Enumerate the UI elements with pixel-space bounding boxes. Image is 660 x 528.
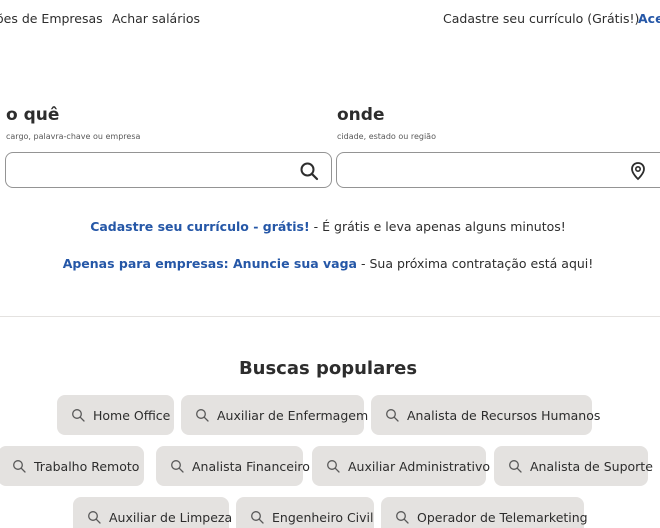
popular-search-chip[interactable]: Auxiliar de Limpeza: [73, 497, 233, 528]
what-label: o quê: [6, 105, 60, 125]
nav-salaries-link[interactable]: Achar salários: [112, 11, 200, 26]
where-label: onde: [337, 105, 385, 125]
where-search-input[interactable]: [337, 153, 660, 187]
chip-label: Engenheiro Civil: [272, 509, 374, 525]
popular-search-chip[interactable]: Trabalho Remoto: [0, 446, 144, 486]
employer-promo: Apenas para empresas: Anuncie sua vaga -…: [0, 256, 658, 271]
popular-search-chip[interactable]: Operador de Telemarketing: [381, 497, 588, 528]
top-nav: ões de Empresas Achar salários Cadastre …: [0, 0, 660, 36]
resume-promo: Cadastre seu currículo - grátis! - É grá…: [0, 219, 658, 234]
popular-search-chip[interactable]: Analista de Recursos Humanos: [371, 395, 600, 435]
search-icon: [196, 409, 209, 422]
post-job-link[interactable]: Apenas para empresas: Anuncie sua vaga: [63, 256, 357, 271]
resume-promo-text: - É grátis e leva apenas alguns minutos!: [309, 219, 566, 234]
location-pin-icon: [631, 162, 645, 181]
chip-label: Home Office: [93, 407, 171, 423]
search-icon: [386, 409, 399, 422]
chip-label: Auxiliar de Enfermagem: [217, 407, 369, 423]
search-icon: [396, 511, 409, 524]
search-icon: [327, 460, 340, 473]
section-divider: [0, 316, 660, 317]
chip-label: Analista de Recursos Humanos: [407, 407, 601, 423]
search-icon: [88, 511, 101, 524]
post-resume-link[interactable]: Cadastre seu currículo - grátis!: [90, 219, 310, 234]
nav-post-resume-link[interactable]: Cadastre seu currículo (Grátis!): [443, 11, 639, 26]
chip-label: Auxiliar de Limpeza: [109, 509, 233, 525]
employer-promo-text: - Sua próxima contratação está aqui!: [357, 256, 594, 271]
chip-label: Trabalho Remoto: [34, 458, 140, 474]
search-icon: [13, 460, 26, 473]
popular-search-chip[interactable]: Auxiliar de Enfermagem: [181, 395, 368, 435]
nav-signin-link[interactable]: Ace: [638, 11, 660, 26]
what-field: [5, 152, 332, 188]
search-icon: [72, 409, 85, 422]
where-field: [336, 152, 660, 188]
popular-search-chip[interactable]: Analista Financeiro: [156, 446, 310, 486]
chip-label: Auxiliar Administrativo: [348, 458, 491, 474]
search-icon: [509, 460, 522, 473]
popular-search-chip[interactable]: Home Office: [57, 395, 174, 435]
chip-label: Analista de Suporte: [530, 458, 653, 474]
search-icon: [251, 511, 264, 524]
where-hint: cidade, estado ou região: [337, 132, 436, 141]
chip-label: Operador de Telemarketing: [417, 509, 588, 525]
search-icon[interactable]: [299, 161, 319, 181]
nav-company-reviews-link[interactable]: ões de Empresas: [0, 11, 103, 26]
search-icon: [171, 460, 184, 473]
popular-search-chip[interactable]: Auxiliar Administrativo: [312, 446, 490, 486]
what-search-input[interactable]: [6, 153, 331, 187]
popular-search-chip[interactable]: Analista de Suporte: [494, 446, 653, 486]
what-hint: cargo, palavra-chave ou empresa: [6, 132, 141, 141]
popular-searches-title: Buscas populares: [238, 358, 418, 379]
chip-label: Analista Financeiro: [192, 458, 310, 474]
popular-search-chip[interactable]: Engenheiro Civil: [236, 497, 374, 528]
